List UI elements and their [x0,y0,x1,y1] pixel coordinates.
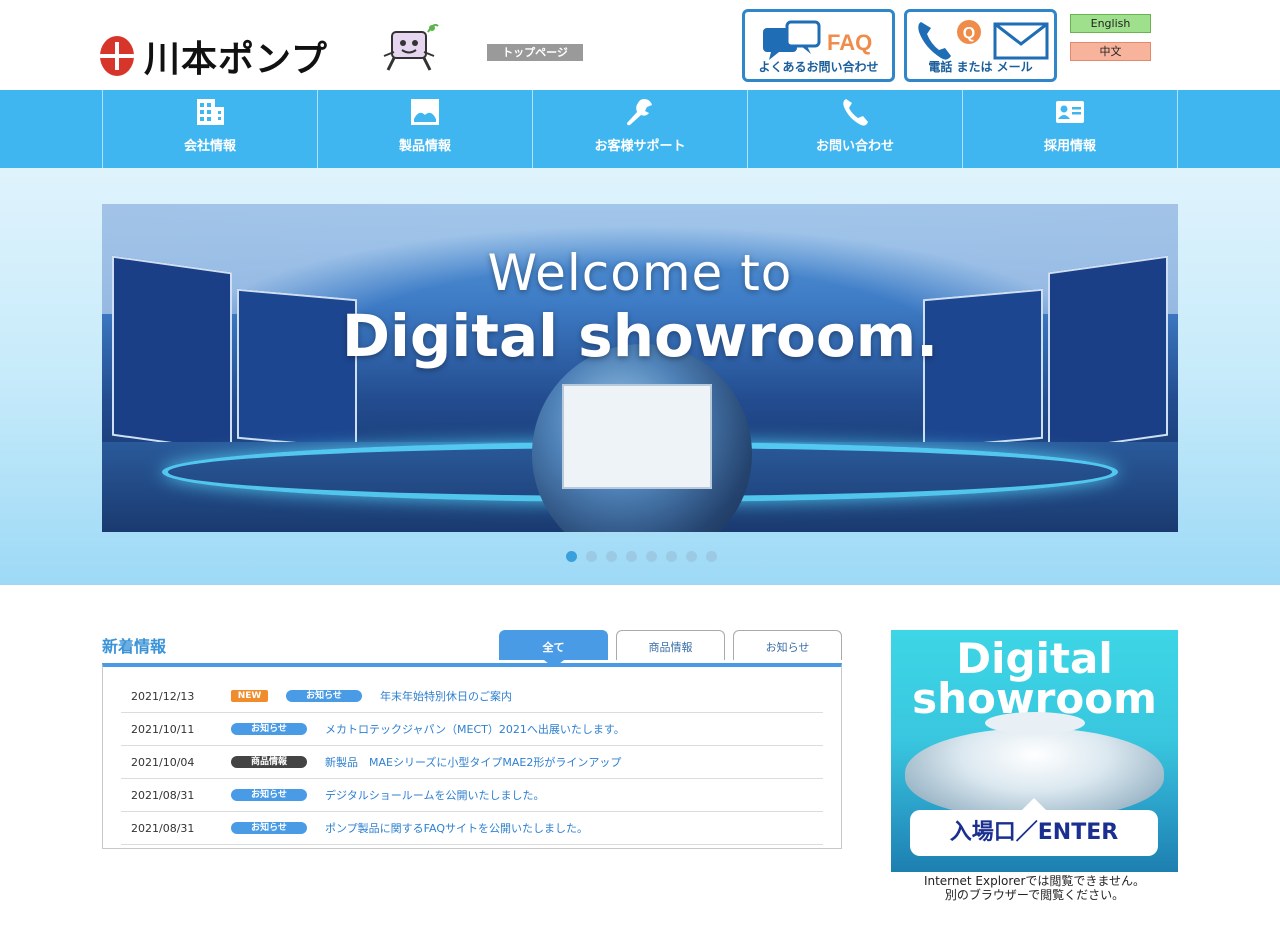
wrench-icon [627,99,652,126]
site-header: 川本ポンプ トップページ FAQ よくあるお問い合わせ Q 電話 または メール… [0,0,1280,90]
question-icon: Q [957,20,981,44]
news-row[interactable]: 2021/10/11 お知らせ メカトロテックジャパン（MECT）2021へ出展いた… [121,713,823,746]
nav-label: 製品情報 [398,139,451,154]
nav-item-contact[interactable]: お問い合わせ [747,90,962,168]
showroom-dome-top [985,712,1085,734]
category-badge: お知らせ [286,690,362,702]
product-icon [411,99,439,125]
nav-item-company[interactable]: 会社情報 [102,90,317,168]
news-link[interactable]: メカトロテックジャパン（MECT）2021へ出展いたします。 [325,721,625,737]
product-board [562,384,712,489]
chat-bubbles-icon [763,20,821,60]
faq-title: FAQ [827,30,873,55]
nav-item-careers[interactable]: 採用情報 [962,90,1178,168]
nav-label: お問い合わせ [815,139,894,154]
slide-dot[interactable] [626,551,637,562]
slide-title-line2: Digital showroom. [341,302,939,370]
chinese-button[interactable]: 中文 [1070,42,1151,61]
news-link[interactable]: 新製品 MAEシリーズに小型タイプMAE2形がラインアップ [325,754,621,770]
category-badge: お知らせ [231,789,307,801]
category-badge: お知らせ [231,822,307,834]
site-logo[interactable]: 川本ポンプ [100,30,328,82]
hero-slide[interactable]: Welcome to Digital showroom. [102,204,1178,532]
news-row[interactable]: 2021/08/31 お知らせ デジタルショールームを公開いたしました。 [121,779,823,812]
faq-button[interactable]: FAQ よくあるお問い合わせ [742,9,895,82]
slide-dot[interactable] [566,551,577,562]
slide-dot[interactable] [586,551,597,562]
mail-icon [993,22,1049,60]
slide-dot[interactable] [686,551,697,562]
news-tabs: 全て 商品情報 お知らせ [499,630,842,668]
id-card-icon [1056,101,1084,123]
slide-title-line1: Welcome to [487,244,793,302]
news-link[interactable]: ポンプ製品に関するFAQサイトを公開いたしました。 [325,820,588,836]
category-badge: お知らせ [231,723,307,735]
building-icon [197,99,224,125]
slide-dot[interactable] [666,551,677,562]
browser-note-line1: Internet Explorerでは閲覧できません。 [923,874,1146,888]
new-badge: NEW [231,690,268,702]
nav-label: 採用情報 [1043,139,1096,154]
browser-note-line2: 別のブラウザーで閲覧ください。 [944,888,1125,902]
logo-text: 川本ポンプ [144,39,328,80]
contact-button[interactable]: Q 電話 または メール [904,9,1057,82]
nav-label: お客様サポート [594,139,686,154]
faq-subtitle: よくあるお問い合わせ [758,60,879,74]
main-nav: 会社情報 製品情報 お客様サポート お問い合わせ 採用情報 [0,90,1280,168]
news-date: 2021/10/11 [131,722,195,736]
english-button[interactable]: English [1070,14,1151,33]
news-link[interactable]: デジタルショールームを公開いたしました。 [325,787,544,803]
news-date: 2021/08/31 [131,821,195,835]
news-row[interactable]: 2021/12/13 NEW お知らせ 年末年始特別休日のご案内 [121,680,823,713]
logo-mark-icon [100,36,134,76]
enter-button[interactable]: 入場口／ENTER [910,798,1158,856]
slide-pagination [566,551,717,562]
news-section-title: 新着情報 [102,637,167,656]
news-link[interactable]: 年末年始特別休日のご案内 [380,688,512,704]
phone-icon [843,99,868,126]
tab-notices[interactable]: お知らせ [733,630,842,660]
news-row[interactable]: 2021/08/31 お知らせ ポンプ製品に関するFAQサイトを公開いたしました。 [121,812,823,845]
nav-label: 会社情報 [183,139,236,154]
news-list: 2021/12/13 NEW お知らせ 年末年始特別休日のご案内 2021/10/11 お… [102,663,842,849]
browser-note: Internet Explorerでは閲覧できません。 別のブラウザーで閲覧くだ… [891,874,1178,902]
top-page-label[interactable]: トップページ [487,44,583,61]
slide-dot[interactable] [606,551,617,562]
tab-products[interactable]: 商品情報 [616,630,725,660]
phone-icon [918,22,951,60]
nav-item-support[interactable]: お客様サポート [532,90,747,168]
svg-text:Q: Q [963,25,975,42]
slide-dot[interactable] [646,551,657,562]
news-row[interactable]: 2021/10/04 商品情報 新製品 MAEシリーズに小型タイプMAE2形がライン… [121,746,823,779]
category-badge: 商品情報 [231,756,307,768]
news-date: 2021/12/13 [131,689,195,703]
nav-item-products[interactable]: 製品情報 [317,90,532,168]
slide-dot[interactable] [706,551,717,562]
tab-all[interactable]: 全て [499,630,608,668]
contact-subtitle: 電話 または メール [928,60,1033,74]
news-date: 2021/10/04 [131,755,195,769]
mascot-icon [383,23,439,71]
digital-showroom-banner[interactable]: Digital showroom 入場口／ENTER [891,630,1178,872]
news-date: 2021/08/31 [131,788,195,802]
